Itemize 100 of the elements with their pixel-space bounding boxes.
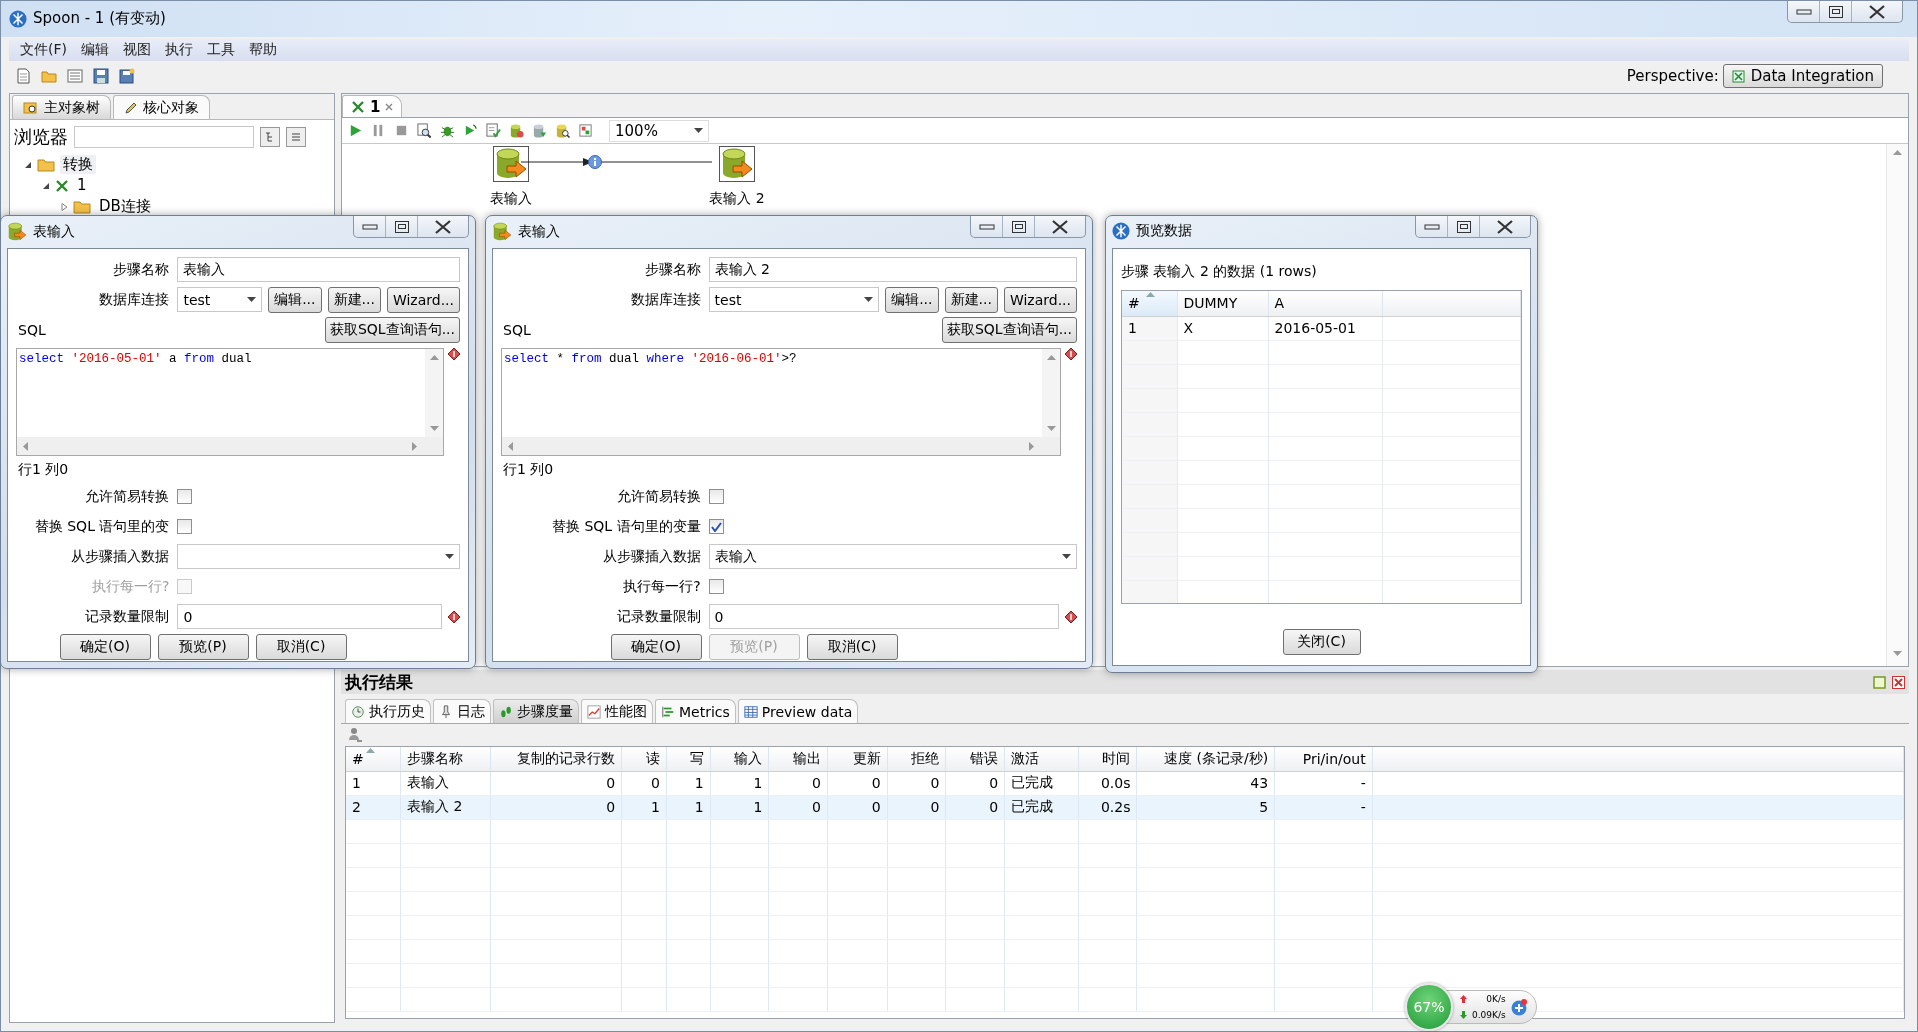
panel-tab[interactable]: 主对象树: [12, 95, 111, 119]
stop-icon[interactable]: [394, 123, 409, 138]
scrollbar[interactable]: [17, 437, 443, 455]
list-view-button[interactable]: [286, 127, 306, 147]
close-icon[interactable]: [1892, 675, 1905, 689]
result-tab[interactable]: Preview data: [737, 699, 859, 723]
connection-button[interactable]: 编辑...: [268, 286, 322, 313]
editor-tab[interactable]: 1: [342, 95, 403, 117]
expand-arrow-icon[interactable]: [24, 160, 32, 169]
table-row[interactable]: 1 表输入 0 0 1 1 0 0 0 0 已完成 0.0s 43 -: [346, 771, 1904, 795]
table-row[interactable]: 2 表输入 2 0 1 1 1 0 0 0 0 已完成 0.2s 5 -: [346, 795, 1904, 819]
step-label[interactable]: 表输入 2: [709, 190, 765, 208]
down-arrow-icon[interactable]: [429, 426, 439, 431]
left-arrow-icon[interactable]: [508, 441, 513, 451]
limit-field[interactable]: 0: [177, 604, 442, 629]
up-arrow-icon[interactable]: [1893, 150, 1902, 155]
list-icon[interactable]: [67, 68, 83, 84]
tree-item[interactable]: DB连接: [96, 197, 154, 216]
column-header[interactable]: #: [352, 750, 364, 767]
connection-button[interactable]: 新建...: [944, 286, 998, 313]
dialog-button[interactable]: 确定(O): [59, 634, 151, 660]
insert-from-dropdown[interactable]: [177, 544, 460, 569]
scrollbar[interactable]: [1042, 349, 1060, 437]
maximize-icon[interactable]: [1873, 675, 1886, 689]
get-sql-button[interactable]: 获取SQL查询语句...: [324, 317, 460, 343]
hop-arrow[interactable]: [521, 158, 712, 166]
scrollbar[interactable]: [425, 349, 443, 437]
person-icon[interactable]: [347, 727, 363, 743]
database-arrow-icon[interactable]: [532, 123, 547, 138]
info-icon[interactable]: [588, 155, 602, 169]
step-name-field[interactable]: 表输入: [177, 257, 460, 282]
up-arrow-icon[interactable]: [1046, 355, 1056, 360]
scrollbar[interactable]: [502, 437, 1060, 455]
checkbox[interactable]: [177, 489, 193, 504]
database-search-icon[interactable]: [555, 123, 570, 138]
result-tab[interactable]: Metrics: [655, 699, 736, 723]
menu-item[interactable]: 执行: [158, 40, 200, 60]
down-arrow-icon[interactable]: [1893, 651, 1902, 656]
down-arrow-icon[interactable]: [1046, 426, 1056, 431]
connection-button[interactable]: 新建...: [327, 286, 381, 313]
connection-button[interactable]: 编辑...: [885, 286, 939, 313]
close-button[interactable]: 关闭(C): [1282, 629, 1361, 655]
tree-item[interactable]: 转换: [60, 155, 96, 174]
menu-item[interactable]: 视图: [116, 40, 158, 60]
column-header[interactable]: #: [1128, 295, 1140, 312]
connection-button[interactable]: Wizard...: [1003, 286, 1077, 313]
connection-dropdown[interactable]: test: [708, 287, 880, 312]
menu-item[interactable]: 工具: [200, 40, 242, 60]
get-sql-button[interactable]: 获取SQL查询语句...: [941, 317, 1077, 343]
menu-item[interactable]: 文件(F): [13, 40, 74, 60]
limit-field[interactable]: 0: [708, 604, 1059, 629]
play-icon[interactable]: [348, 123, 363, 138]
left-arrow-icon[interactable]: [23, 441, 28, 451]
checkbox[interactable]: [708, 579, 724, 594]
checklist-icon[interactable]: [486, 123, 501, 138]
menu-item[interactable]: 编辑: [74, 40, 116, 60]
expand-arrow-icon[interactable]: [42, 181, 50, 190]
connection-dropdown[interactable]: test: [177, 287, 263, 312]
save-icon[interactable]: [93, 68, 109, 84]
plus-icon[interactable]: [1509, 998, 1528, 1016]
dialog-button[interactable]: 预览(P): [157, 634, 249, 660]
checkbox[interactable]: [708, 489, 724, 504]
grid-icon[interactable]: [578, 123, 593, 138]
zoom-dropdown[interactable]: 100%: [609, 119, 709, 142]
result-tab[interactable]: 日志: [433, 699, 491, 723]
up-arrow-icon[interactable]: [429, 355, 439, 360]
sql-editor[interactable]: select '2016-05-01' a from dual: [16, 348, 444, 456]
table-cell: X: [1183, 320, 1194, 336]
save-all-icon[interactable]: [119, 68, 135, 84]
column-header[interactable]: A: [1274, 295, 1285, 312]
step-label[interactable]: 表输入: [490, 190, 532, 208]
checkbox[interactable]: [177, 519, 193, 534]
table-cell: 0: [989, 799, 999, 815]
step-name-field[interactable]: 表输入 2: [708, 257, 1077, 282]
perspective-button[interactable]: Data Integration: [1722, 64, 1883, 88]
dialog-button[interactable]: 确定(O): [610, 634, 702, 660]
sql-editor[interactable]: select * from dual where '2016-06-01'>?: [501, 348, 1061, 456]
replay-icon[interactable]: [463, 123, 478, 138]
result-tab[interactable]: 性能图: [581, 699, 653, 723]
connection-button[interactable]: Wizard...: [386, 286, 460, 313]
dialog-button[interactable]: 取消(C): [806, 634, 898, 660]
search-field[interactable]: [74, 126, 254, 148]
tree-view-button[interactable]: [260, 127, 280, 147]
right-arrow-icon[interactable]: [1029, 441, 1034, 451]
right-arrow-icon[interactable]: [412, 441, 417, 451]
dialog-button[interactable]: 取消(C): [255, 634, 347, 660]
result-tab[interactable]: 步骤度量: [493, 699, 579, 723]
result-tab[interactable]: 执行历史: [345, 699, 431, 723]
new-file-icon[interactable]: [15, 68, 31, 84]
checkbox[interactable]: [708, 519, 724, 534]
close-icon[interactable]: [385, 102, 394, 111]
magnifier-icon[interactable]: [417, 123, 432, 138]
tree-item[interactable]: 1: [74, 176, 90, 195]
folder-icon[interactable]: [41, 68, 57, 84]
bars-icon: [661, 704, 675, 719]
scrollbar[interactable]: [1886, 144, 1908, 666]
panel-tab[interactable]: 核心对象: [113, 95, 210, 119]
menu-item[interactable]: 帮助: [242, 40, 284, 60]
database-icon[interactable]: [509, 123, 524, 138]
insert-from-dropdown[interactable]: 表输入: [708, 544, 1077, 569]
